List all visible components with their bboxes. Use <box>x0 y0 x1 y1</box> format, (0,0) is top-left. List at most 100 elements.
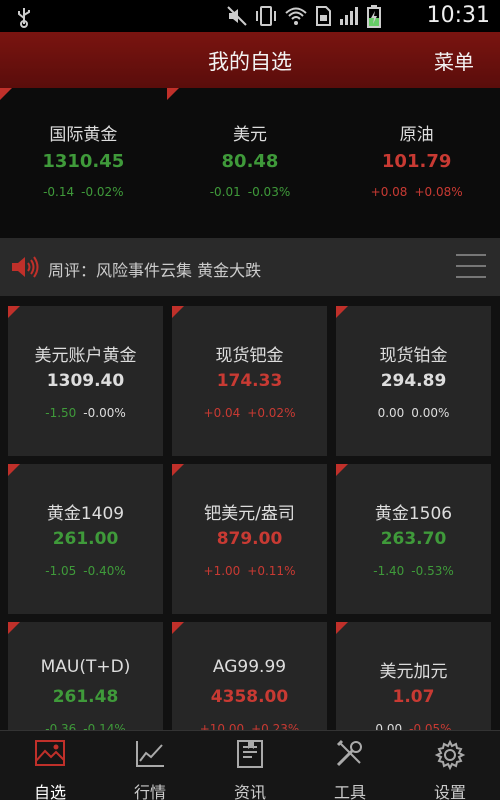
quote-change-value: -1.50 <box>45 406 77 420</box>
quote-change: +0.04 +0.02% <box>172 406 327 420</box>
quote-name: 钯美元/盎司 <box>204 504 295 524</box>
quote-change-percent: -0.02% <box>81 185 124 199</box>
quote-change-percent: -0.05% <box>409 722 452 730</box>
news-banner[interactable]: 周评：风险事件云集 黄金大跌 <box>0 238 500 296</box>
quote-change-percent: 0.00% <box>411 406 450 420</box>
quote-change-value: +10.00 <box>199 722 245 730</box>
quote-card[interactable]: 美元加元 1.07 0.00 -0.05% <box>336 622 491 730</box>
quote-change: -1.50 -0.00% <box>8 406 163 420</box>
quote-change-value: -0.14 <box>43 185 75 199</box>
quote-card[interactable]: AG99.99 4358.00 +10.00 +0.23% <box>172 622 327 730</box>
quote-change-value: +1.00 <box>203 564 241 578</box>
chart-icon <box>134 739 166 771</box>
quote-price: 4358.00 <box>210 687 289 707</box>
quote-change-percent: +0.08% <box>414 185 463 199</box>
clock: 10:31 <box>426 3 490 28</box>
nav-item-news[interactable]: 资讯 <box>200 731 300 800</box>
nav-item-market[interactable]: 行情 <box>100 731 200 800</box>
quote-price: 80.48 <box>221 151 279 172</box>
corner-marker <box>8 622 20 634</box>
news-icon <box>234 739 266 771</box>
quote-card[interactable]: 美元账户黄金 1309.40 -1.50 -0.00% <box>8 306 163 456</box>
quote-change: +1.00 +0.11% <box>172 564 327 578</box>
corner-marker <box>336 306 348 318</box>
quote-name: 美元加元 <box>379 662 448 682</box>
quote-change: +10.00 +0.23% <box>172 722 327 730</box>
quote-price: 261.00 <box>52 529 119 549</box>
corner-marker <box>8 464 20 476</box>
quote-change-percent: -0.40% <box>83 564 126 578</box>
top-quote[interactable]: 国际黄金 1310.45 -0.14 -0.02% <box>0 88 167 238</box>
quote-change-percent: +0.23% <box>251 722 300 730</box>
nav-label: 设置 <box>433 783 466 800</box>
corner-marker <box>0 88 12 100</box>
quote-name: 原油 <box>399 125 434 145</box>
wifi-icon <box>285 7 307 25</box>
gear-icon <box>434 739 466 771</box>
nav-label: 自选 <box>33 783 66 800</box>
quote-price: 263.70 <box>380 529 447 549</box>
quote-name: 国际黄金 <box>49 125 118 145</box>
quote-change-percent: -0.03% <box>247 185 291 199</box>
quote-name: 黄金1409 <box>46 504 125 524</box>
top-quote[interactable]: 原油 101.79 +0.08 +0.08% <box>333 88 500 238</box>
status-bar: 10:31 <box>0 0 500 32</box>
quote-change: +0.08 +0.08% <box>333 185 500 199</box>
quote-price: 174.33 <box>216 371 283 391</box>
tools-icon <box>334 739 366 771</box>
quote-price: 1.07 <box>392 687 435 707</box>
nav-label: 工具 <box>333 783 366 800</box>
nav-item-watchlist[interactable]: 自选 <box>0 731 100 800</box>
sim-icon <box>316 6 331 26</box>
news-headline[interactable]: 周评：风险事件云集 黄金大跌 <box>48 257 261 281</box>
quote-card[interactable]: 现货铂金 294.89 0.00 0.00% <box>336 306 491 456</box>
quote-change: -0.01 -0.03% <box>167 185 334 199</box>
title-bar: 我的自选 菜单 <box>0 32 500 88</box>
quote-price: 101.79 <box>381 151 452 172</box>
quote-card[interactable]: MAU(T+D) 261.48 -0.36 -0.14% <box>8 622 163 730</box>
quote-name: 美元 <box>232 125 267 145</box>
quote-change-value: -1.40 <box>373 564 405 578</box>
quote-change: -0.36 -0.14% <box>8 722 163 730</box>
corner-marker <box>172 622 184 634</box>
nav-item-settings[interactable]: 设置 <box>400 731 500 800</box>
quote-price: 294.89 <box>380 371 447 391</box>
top-quote[interactable]: 美元 80.48 -0.01 -0.03% <box>166 88 334 238</box>
vibrate-icon <box>256 6 276 26</box>
mute-icon <box>227 6 247 26</box>
bottom-nav: 自选 行情 资讯 工具 设置 <box>0 730 500 800</box>
battery-charging-icon <box>367 5 381 28</box>
quote-price: 261.48 <box>52 687 119 707</box>
quote-name: 现货铂金 <box>379 346 448 366</box>
quote-change-percent: -0.53% <box>411 564 454 578</box>
quote-change-value: 0.00 <box>375 722 403 730</box>
quote-name: 现货钯金 <box>215 346 284 366</box>
page-title: 我的自选 <box>208 50 292 74</box>
signal-icon <box>340 7 358 25</box>
usb-icon <box>14 6 34 28</box>
list-icon[interactable] <box>456 254 486 280</box>
quote-card[interactable]: 钯美元/盎司 879.00 +1.00 +0.11% <box>172 464 327 614</box>
quote-change: -1.40 -0.53% <box>336 564 491 578</box>
quote-name: 美元账户黄金 <box>34 346 137 366</box>
quote-price: 1310.45 <box>42 151 125 172</box>
quote-name: MAU(T+D) <box>40 657 131 677</box>
quote-card[interactable]: 黄金1506 263.70 -1.40 -0.53% <box>336 464 491 614</box>
quote-price: 1309.40 <box>46 371 125 391</box>
quote-card[interactable]: 黄金1409 261.00 -1.05 -0.40% <box>8 464 163 614</box>
corner-marker <box>336 622 348 634</box>
watchlist-icon <box>34 739 66 771</box>
quote-change-percent: -0.00% <box>83 406 126 420</box>
quote-price: 879.00 <box>216 529 283 549</box>
quote-change-percent: -0.14% <box>83 722 126 730</box>
nav-label: 资讯 <box>233 783 266 800</box>
nav-item-tools[interactable]: 工具 <box>300 731 400 800</box>
quote-name: 黄金1506 <box>374 504 453 524</box>
quote-change-percent: +0.02% <box>247 406 296 420</box>
quote-card[interactable]: 现货钯金 174.33 +0.04 +0.02% <box>172 306 327 456</box>
menu-button[interactable]: 菜单 <box>434 46 474 75</box>
quote-change: -0.14 -0.02% <box>0 185 167 199</box>
corner-marker <box>166 88 179 100</box>
quote-change: 0.00 -0.05% <box>336 722 491 730</box>
corner-marker <box>172 464 184 476</box>
